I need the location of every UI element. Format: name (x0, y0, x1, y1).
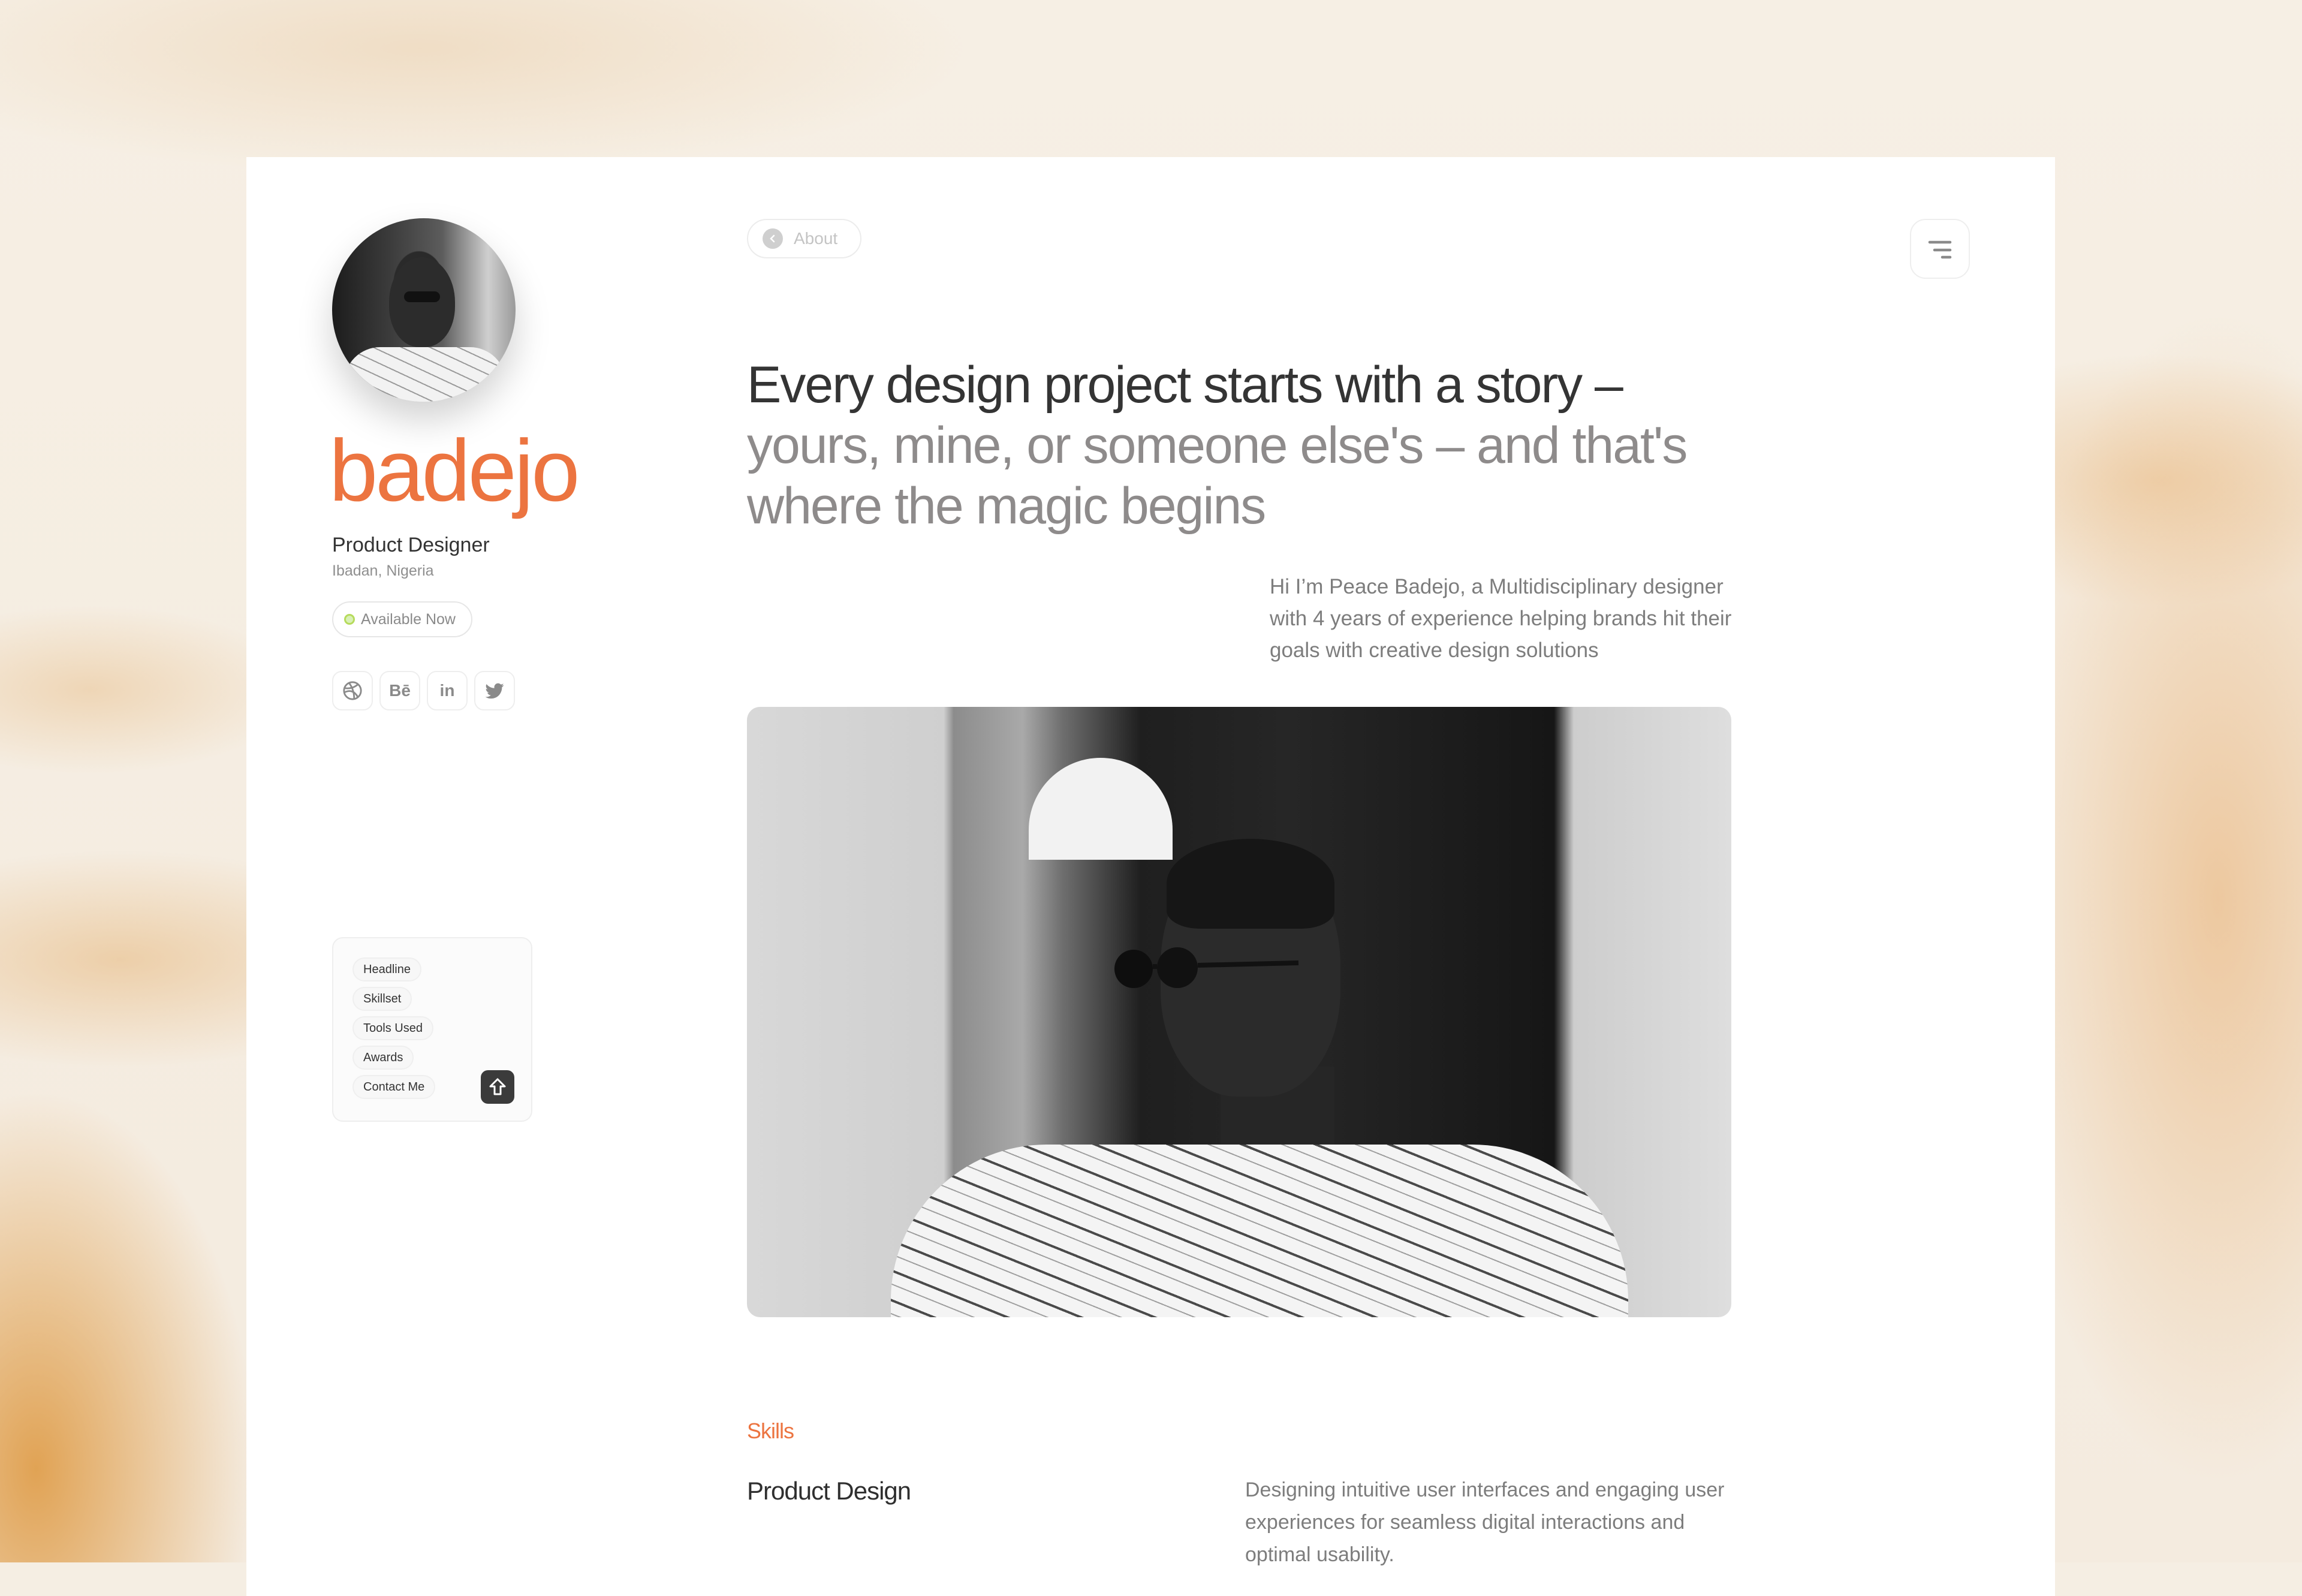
avatar-shirt (344, 347, 506, 402)
headline-light: yours, mine, or someone else's – and tha… (747, 417, 1688, 535)
dribbble-link[interactable] (332, 671, 373, 710)
skills-section-label: Skills (747, 1419, 794, 1443)
profile-role: Product Designer (332, 534, 490, 556)
back-about-label: About (794, 229, 838, 248)
skill-description: Designing intuitive user interfaces and … (1245, 1478, 1725, 1566)
availability-badge: Available Now (332, 601, 472, 637)
hero-hair (1167, 839, 1334, 929)
status-dot-icon (344, 614, 355, 625)
menu-button[interactable] (1910, 219, 1970, 279)
back-about-button[interactable]: About (747, 219, 862, 258)
linkedin-icon: in (439, 681, 455, 700)
profile-avatar (332, 218, 516, 402)
section-list: Headline Skillset Tools Used Awards Cont… (352, 957, 436, 1099)
scroll-to-top-button[interactable] (481, 1070, 514, 1104)
avatar-sunglasses (404, 291, 440, 302)
toc-item-awards[interactable]: Awards (352, 1046, 414, 1070)
availability-label: Available Now (361, 610, 456, 628)
behance-link[interactable]: Bē (379, 671, 420, 710)
behance-icon: Bē (389, 681, 411, 700)
linkedin-link[interactable]: in (427, 671, 468, 710)
menu-icon (1928, 240, 1952, 259)
dribbble-icon (343, 681, 362, 700)
section-navigator: Headline Skillset Tools Used Awards Cont… (332, 937, 532, 1122)
toc-item-tools-used[interactable]: Tools Used (352, 1016, 433, 1040)
skill-title: Product Design (747, 1477, 911, 1505)
twitter-icon (485, 683, 504, 699)
brand-logo[interactable]: badejo (329, 427, 580, 514)
avatar-head (389, 257, 455, 347)
hero-shirt (891, 1145, 1628, 1317)
headline-dark: Every design project starts with a story… (747, 356, 1623, 414)
toc-item-headline[interactable]: Headline (352, 957, 421, 981)
hero-window-light (1029, 758, 1173, 860)
page-headline: Every design project starts with a story… (747, 355, 1826, 537)
toc-item-skillset[interactable]: Skillset (352, 987, 412, 1011)
profile-location: Ibadan, Nigeria (332, 562, 434, 579)
hero-sunglasses (1114, 947, 1299, 988)
hero-portrait-image (747, 707, 1731, 1317)
twitter-link[interactable] (474, 671, 515, 710)
social-links: Bē in (332, 671, 515, 710)
toc-item-contact-me[interactable]: Contact Me (352, 1075, 436, 1099)
chevron-left-icon (763, 228, 783, 249)
intro-paragraph: Hi I’m Peace Badejo, a Multidisciplinary… (1270, 575, 1732, 662)
arrow-up-icon (489, 1078, 506, 1095)
